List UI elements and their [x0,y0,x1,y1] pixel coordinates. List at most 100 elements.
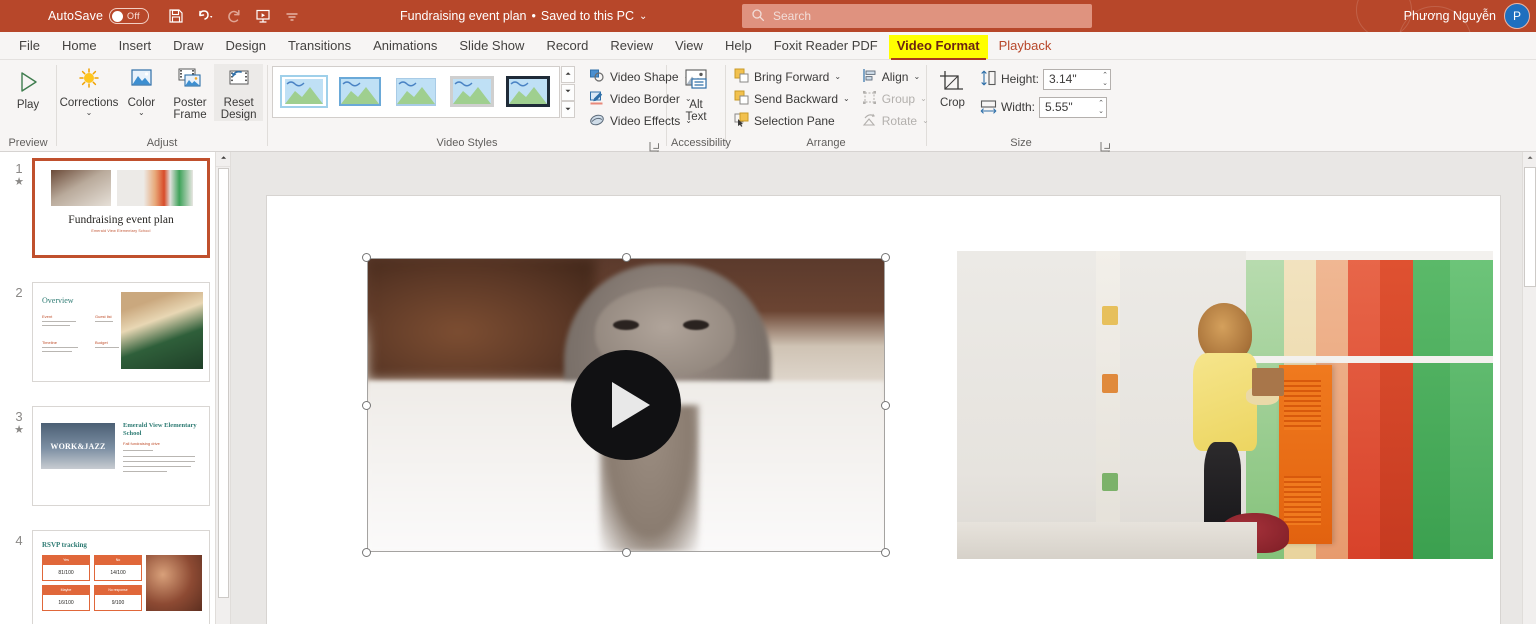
align-button[interactable]: Align ⌄ [858,66,933,88]
tab-playback[interactable]: Playback [988,35,1063,59]
send-backward-button[interactable]: Send Backward ⌄ [730,88,854,110]
chevron-down-icon[interactable]: ⌄ [834,73,841,81]
search-input[interactable]: Search [742,4,1092,28]
save-icon[interactable] [163,4,189,28]
tab-file[interactable]: File [8,35,51,59]
tab-home[interactable]: Home [51,35,108,59]
tab-video-format[interactable]: Video Format [889,35,988,59]
video-style-thumbnail[interactable] [503,73,553,111]
tab-transitions[interactable]: Transitions [277,35,362,59]
slide-canvas[interactable] [267,196,1500,624]
height-stepper[interactable]: 3.14" ⌃ ⌄ [1043,69,1111,90]
video-cat-eye-left [613,320,639,330]
resize-handle-top-center[interactable] [622,253,631,262]
tab-design[interactable]: Design [215,35,277,59]
chevron-down-icon[interactable]: ⌄ [86,109,93,117]
reset-design-button[interactable]: Reset Design [214,64,263,121]
thumb-stat-card: No response 9/100 [94,585,142,611]
gallery-scroll-up-icon[interactable]: ⏶ [561,66,575,83]
chevron-down-icon[interactable]: ⌄ [639,11,647,22]
scroll-up-icon[interactable]: ⏶ [216,152,231,167]
scrollbar-thumb[interactable] [218,168,229,598]
height-spin-arrows[interactable]: ⌃ ⌄ [1102,72,1108,87]
spin-up-icon[interactable]: ⌃ [1098,100,1104,107]
start-from-beginning-icon[interactable] [250,4,276,28]
resize-handle-top-right[interactable] [881,253,890,262]
alt-text-button[interactable]: Alt Text [671,64,721,123]
size-dialog-launcher[interactable] [1100,139,1111,150]
tab-review[interactable]: Review [599,35,664,59]
tab-help[interactable]: Help [714,35,763,59]
video-style-thumbnail[interactable] [335,73,385,111]
thumbnail-slide-1[interactable]: 1 ★ Fundraising event plan Emerald View … [0,152,230,258]
chevron-down-icon[interactable]: ⌄ [843,95,850,103]
tab-insert[interactable]: Insert [108,35,163,59]
selection-pane-label: Selection Pane [754,114,835,128]
bring-forward-button[interactable]: Bring Forward ⌄ [730,66,854,88]
width-spin-arrows[interactable]: ⌃ ⌄ [1098,100,1104,115]
search-icon [751,8,765,25]
video-placeholder[interactable] [367,258,885,552]
thumbnail-pane-scrollbar[interactable]: ⏶ [215,152,230,624]
gallery-more-icon[interactable]: ⏷ [561,101,575,118]
tab-view[interactable]: View [664,35,714,59]
video-style-thumbnail[interactable] [279,73,329,111]
scroll-up-icon[interactable]: ⏶ [1523,152,1536,166]
resize-handle-middle-right[interactable] [881,401,890,410]
tab-record[interactable]: Record [535,35,599,59]
video-style-thumbnail[interactable] [447,73,497,111]
play-button[interactable]: Play [4,64,52,111]
thumb-stat-label: Maybe [43,586,89,595]
thumbnail-slide-4[interactable]: 4 RSVP tracking Yes 81/100 No 14/100 May… [0,524,230,624]
resize-handle-bottom-center[interactable] [622,548,631,557]
slide-editing-area[interactable]: ⏶ [231,152,1536,624]
tab-draw[interactable]: Draw [162,35,214,59]
ribbon-tab-strip: File Home Insert Draw Design Transitions… [0,32,1536,60]
user-account-area[interactable]: Phương Nguyễn P [1404,0,1536,32]
video-styles-dialog-launcher[interactable] [649,139,660,150]
spin-up-icon[interactable]: ⌃ [1102,72,1108,79]
slide-thumbnail-pane[interactable]: 1 ★ Fundraising event plan Emerald View … [0,152,231,624]
avatar[interactable]: P [1504,3,1530,29]
slide-thumbnail[interactable]: WORK&JAZZ Emerald View Elementary School… [32,406,210,506]
chevron-down-icon[interactable]: ⌄ [913,73,920,81]
undo-icon[interactable] [192,4,218,28]
corrections-button[interactable]: Corrections ⌄ [61,64,117,117]
video-styles-gallery[interactable] [272,66,560,118]
selection-pane-button[interactable]: Selection Pane [730,110,854,132]
autosave-control[interactable]: AutoSave Off [48,8,149,24]
school-lockers-photo[interactable] [957,251,1493,559]
resize-handle-middle-left[interactable] [362,401,371,410]
tab-animations[interactable]: Animations [362,35,448,59]
cat-video-poster-frame[interactable] [367,258,885,552]
crop-button[interactable]: Crop [931,66,974,109]
color-button[interactable]: Color ⌄ [117,64,166,117]
tab-foxit-reader-pdf[interactable]: Foxit Reader PDF [763,35,889,59]
autosave-toggle[interactable]: Off [109,8,149,24]
customize-qat-icon[interactable] [279,4,305,28]
width-stepper[interactable]: 5.55" ⌃ ⌄ [1039,97,1107,118]
thumb-media-workjazz: WORK&JAZZ [41,423,115,469]
canvas-vertical-scrollbar[interactable]: ⏶ [1522,152,1536,624]
tab-slide-show[interactable]: Slide Show [448,35,535,59]
slide-thumbnail[interactable]: Overview Event Guest list Timeline Budge… [32,282,210,382]
scrollbar-thumb[interactable] [1524,167,1536,287]
poster-frame-button[interactable]: Poster Frame [166,64,215,121]
resize-handle-top-left[interactable] [362,253,371,262]
video-style-thumbnail[interactable] [391,73,441,111]
thumbnail-slide-3[interactable]: 3 ★ WORK&JAZZ Emerald View Elementary Sc… [0,400,230,506]
play-button-overlay[interactable] [571,350,681,460]
width-icon [980,98,997,117]
redo-icon[interactable] [221,4,247,28]
chevron-down-icon[interactable]: ⌄ [138,109,145,117]
slide-thumbnail[interactable]: RSVP tracking Yes 81/100 No 14/100 Maybe… [32,530,210,624]
resize-handle-bottom-right[interactable] [881,548,890,557]
slide-thumbnail[interactable]: Fundraising event plan Emerald View Elem… [32,158,210,258]
document-title-area[interactable]: Fundraising event plan • Saved to this P… [400,9,647,23]
gallery-scroll-down-icon[interactable]: ⏷ [561,84,575,101]
spin-down-icon[interactable]: ⌄ [1102,80,1108,87]
resize-handle-bottom-left[interactable] [362,548,371,557]
thumbnail-slide-2[interactable]: 2 Overview Event Guest list Timeline Bud… [0,276,230,382]
spin-down-icon[interactable]: ⌄ [1098,108,1104,115]
thumb-text-line [42,351,72,352]
